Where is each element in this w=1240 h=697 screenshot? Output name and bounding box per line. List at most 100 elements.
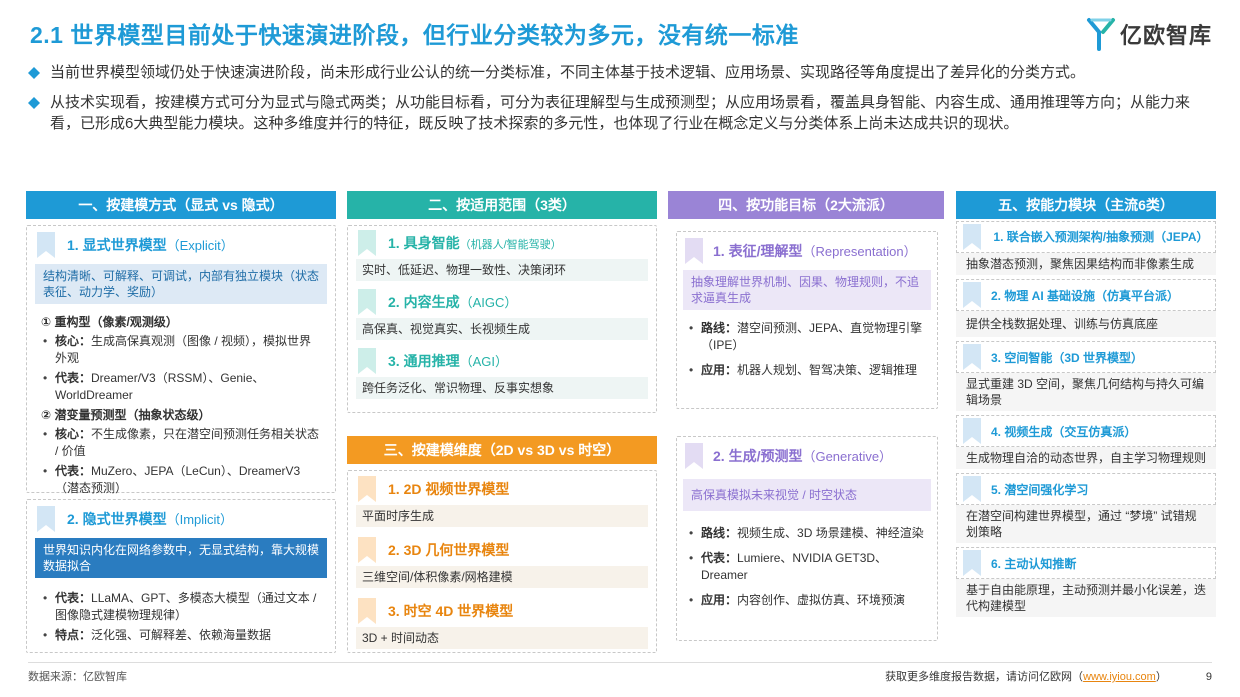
scope-title-text: 1. 具身智能	[388, 235, 460, 251]
dimension-title: 3. 时空 4D 世界模型	[388, 603, 514, 619]
column-application-scope: 二、按适用范围（3类） 1. 具身智能（机器人/智能驾驶） 实时、低延迟、物理一…	[347, 191, 657, 653]
list-item: 核心：生成高保真观测（图像 / 视频），模拟世界外观	[41, 333, 321, 367]
card-title: 1. 表征/理解型（Representation）	[713, 241, 917, 261]
column-header: 一、按建模方式（显式 vs 隐式）	[26, 191, 336, 219]
capability-item: 3. 空间智能（3D 世界模型） 显式重建 3D 空间，聚焦几何结构与持久可编辑…	[956, 341, 1216, 411]
bookmark-icon	[963, 476, 981, 502]
list-item: 代表：LLaMA、GPT、多模态大模型（通过文本 / 图像隐式建模物理规律）	[41, 590, 321, 624]
capability-title: 4. 视频生成（交互仿真派）	[991, 424, 1137, 439]
list-item: 代表：Lumiere、NVIDIA GET3D、Dreamer	[687, 550, 927, 584]
scope-item: 3. 通用推理（AGI） 跨任务泛化、常识物理、反事实想象	[348, 344, 656, 403]
item-value: MuZero、JEPA（LeCun）、DreamerV3（潜态预测）	[55, 464, 301, 495]
column-header: 二、按适用范围（3类）	[347, 191, 657, 219]
footer-divider	[28, 662, 1212, 663]
item-value: 机器人规划、智驾决策、逻辑推理	[737, 363, 918, 377]
item-key: 代表：	[55, 371, 92, 385]
capability-title: 1. 联合嵌入预测架构/抽象预测（JEPA）	[993, 229, 1209, 244]
capability-item: 6. 主动认知推断 基于自由能原理，主动预测并最小化误差，迭代构建模型	[956, 547, 1216, 617]
detail-list: 核心：不生成像素，只在潜空间预测任务相关状态 / 价值 代表：MuZero、JE…	[41, 426, 321, 497]
summary-strip: 世界知识内化在网络参数中，无显式结构，靠大规模数据拟合	[35, 538, 327, 578]
bookmark-icon	[358, 289, 376, 315]
capability-title: 3. 空间智能（3D 世界模型）	[991, 350, 1144, 365]
capability-title: 2. 物理 AI 基础设施（仿真平台派）	[991, 288, 1180, 303]
bookmark-icon	[358, 537, 376, 563]
scope-title-text: 2. 内容生成	[388, 294, 460, 310]
item-key: 路线：	[701, 321, 738, 335]
capability-item: 5. 潜空间强化学习 在潜空间构建世界模型，通过 “梦境” 试错规划策略	[956, 473, 1216, 543]
section-title: ② 潜变量预测型（抽象状态级）	[41, 408, 211, 422]
item-value: 视频生成、3D 场景建模、神经渲染	[737, 526, 924, 540]
list-item: 应用：内容创作、虚拟仿真、环境预演	[687, 592, 927, 609]
scope-item: 1. 具身智能（机器人/智能驾驶） 实时、低延迟、物理一致性、决策闭环	[348, 226, 656, 285]
bookmark-icon	[358, 598, 376, 624]
scope-title: 3. 通用推理（AGI）	[388, 351, 508, 371]
bookmark-icon	[37, 506, 55, 532]
card-title: 1. 显式世界模型（Explicit）	[67, 235, 234, 255]
card-title-text: 1. 显式世界模型	[67, 237, 167, 253]
item-key: 应用：	[701, 363, 738, 377]
scope-title-en: （机器人/智能驾驶）	[459, 239, 562, 251]
bullet-item: 当前世界模型领域仍处于快速演进阶段，尚未形成行业公认的统一分类标准，不同主体基于…	[28, 62, 1218, 83]
column-header: 四、按功能目标（2大流派）	[668, 191, 944, 219]
detail-list: 路线：视频生成、3D 场景建模、神经渲染 代表：Lumiere、NVIDIA G…	[687, 525, 927, 609]
scope-desc: 跨任务泛化、常识物理、反事实想象	[356, 377, 648, 399]
dimension-desc: 三维空间/体积像素/网格建模	[356, 566, 648, 588]
capability-desc: 提供全栈数据处理、训练与仿真底座	[956, 311, 1216, 337]
brand-logo: 亿欧智库	[1086, 16, 1212, 52]
card-title-en: （Representation）	[802, 244, 917, 259]
capability-item: 4. 视频生成（交互仿真派） 生成物理自洽的动态世界，自主学习物理规则	[956, 415, 1216, 469]
bookmark-icon	[685, 443, 703, 469]
list-item: 路线：视频生成、3D 场景建模、神经渲染	[687, 525, 927, 542]
diamond-bullet-icon	[28, 67, 40, 79]
bookmark-icon	[685, 238, 703, 264]
dimension-item: 2. 3D 几何世界模型 三维空间/体积像素/网格建模	[348, 532, 656, 593]
list-item: 路线：潜空间预测、JEPA、直觉物理引擎（IPE）	[687, 320, 927, 354]
column-header-dimension: 三、按建模维度（2D vs 3D vs 时空）	[347, 436, 657, 464]
scope-desc: 高保真、视觉真实、长视频生成	[356, 318, 648, 340]
item-key: 代表：	[701, 551, 738, 565]
item-key: 核心：	[55, 334, 92, 348]
capability-desc: 显式重建 3D 空间，聚焦几何结构与持久可编辑场景	[956, 373, 1216, 411]
item-key: 应用：	[701, 593, 738, 607]
logo-icon	[1086, 18, 1115, 51]
capability-title: 5. 潜空间强化学习	[991, 482, 1089, 497]
card-title: 2. 隐式世界模型（Implicit）	[67, 509, 233, 529]
section-title: ① 重构型（像素/观测级）	[41, 315, 178, 329]
scope-card: 1. 具身智能（机器人/智能驾驶） 实时、低延迟、物理一致性、决策闭环 2. 内…	[347, 225, 657, 413]
capability-desc: 基于自由能原理，主动预测并最小化误差，迭代构建模型	[956, 579, 1216, 617]
list-item: 应用：机器人规划、智驾决策、逻辑推理	[687, 362, 927, 379]
data-source: 数据来源：亿欧智库	[28, 671, 127, 683]
representation-card: 1. 表征/理解型（Representation） 抽象理解世界机制、因果、物理…	[676, 231, 938, 409]
column-function-goal: 四、按功能目标（2大流派） 1. 表征/理解型（Representation） …	[668, 191, 944, 641]
footer-note: 获取更多维度报告数据，请访问亿欧网（www.iyiou.com） 9	[885, 668, 1212, 684]
item-key: 代表：	[55, 591, 92, 605]
scope-item: 2. 内容生成（AIGC） 高保真、视觉真实、长视频生成	[348, 285, 656, 344]
dimension-title: 2. 3D 几何世界模型	[388, 542, 510, 558]
list-item: 核心：不生成像素，只在潜空间预测任务相关状态 / 价值	[41, 426, 321, 460]
item-key: 特点：	[55, 628, 92, 642]
item-value: 泛化强、可解释差、依赖海量数据	[91, 628, 272, 642]
capability-item: 2. 物理 AI 基础设施（仿真平台派） 提供全栈数据处理、训练与仿真底座	[956, 279, 1216, 337]
list-item: 代表：MuZero、JEPA（LeCun）、DreamerV3（潜态预测）	[41, 463, 321, 497]
card-title-en: （Explicit）	[166, 238, 234, 253]
scope-desc: 实时、低延迟、物理一致性、决策闭环	[356, 259, 648, 281]
card-title-en: （Generative）	[802, 449, 893, 464]
logo-text: 亿欧智库	[1119, 23, 1212, 48]
bookmark-icon	[358, 230, 376, 256]
scope-title: 1. 具身智能（机器人/智能驾驶）	[388, 233, 562, 253]
generative-card: 2. 生成/预测型（Generative） 高保真模拟未来视觉 / 时空状态 路…	[676, 436, 938, 641]
column-header: 五、按能力模块（主流6类）	[956, 191, 1216, 219]
item-value: 不生成像素，只在潜空间预测任务相关状态 / 价值	[55, 427, 320, 458]
bullet-text: 从技术实现看，按建模方式可分为显式与隐式两类；从功能目标看，可分为表征理解型与生…	[50, 94, 1191, 132]
detail-list: 代表：LLaMA、GPT、多模态大模型（通过文本 / 图像隐式建模物理规律） 特…	[41, 590, 321, 644]
item-key: 代表：	[55, 464, 92, 478]
detail-list: 核心：生成高保真观测（图像 / 视频），模拟世界外观 代表：Dreamer/V3…	[41, 333, 321, 404]
website-link[interactable]: www.iyiou.com	[1083, 671, 1156, 683]
bookmark-icon	[963, 224, 981, 250]
dimension-item: 1. 2D 视频世界模型 平面时序生成	[348, 471, 656, 532]
summary-strip: 结构清晰、可解释、可调试，内部有独立模块（状态表征、动力学、奖励）	[35, 264, 327, 304]
bookmark-icon	[37, 232, 55, 258]
dimension-title: 1. 2D 视频世界模型	[388, 481, 510, 497]
list-item: 特点：泛化强、可解释差、依赖海量数据	[41, 627, 321, 644]
bookmark-icon	[963, 344, 981, 370]
